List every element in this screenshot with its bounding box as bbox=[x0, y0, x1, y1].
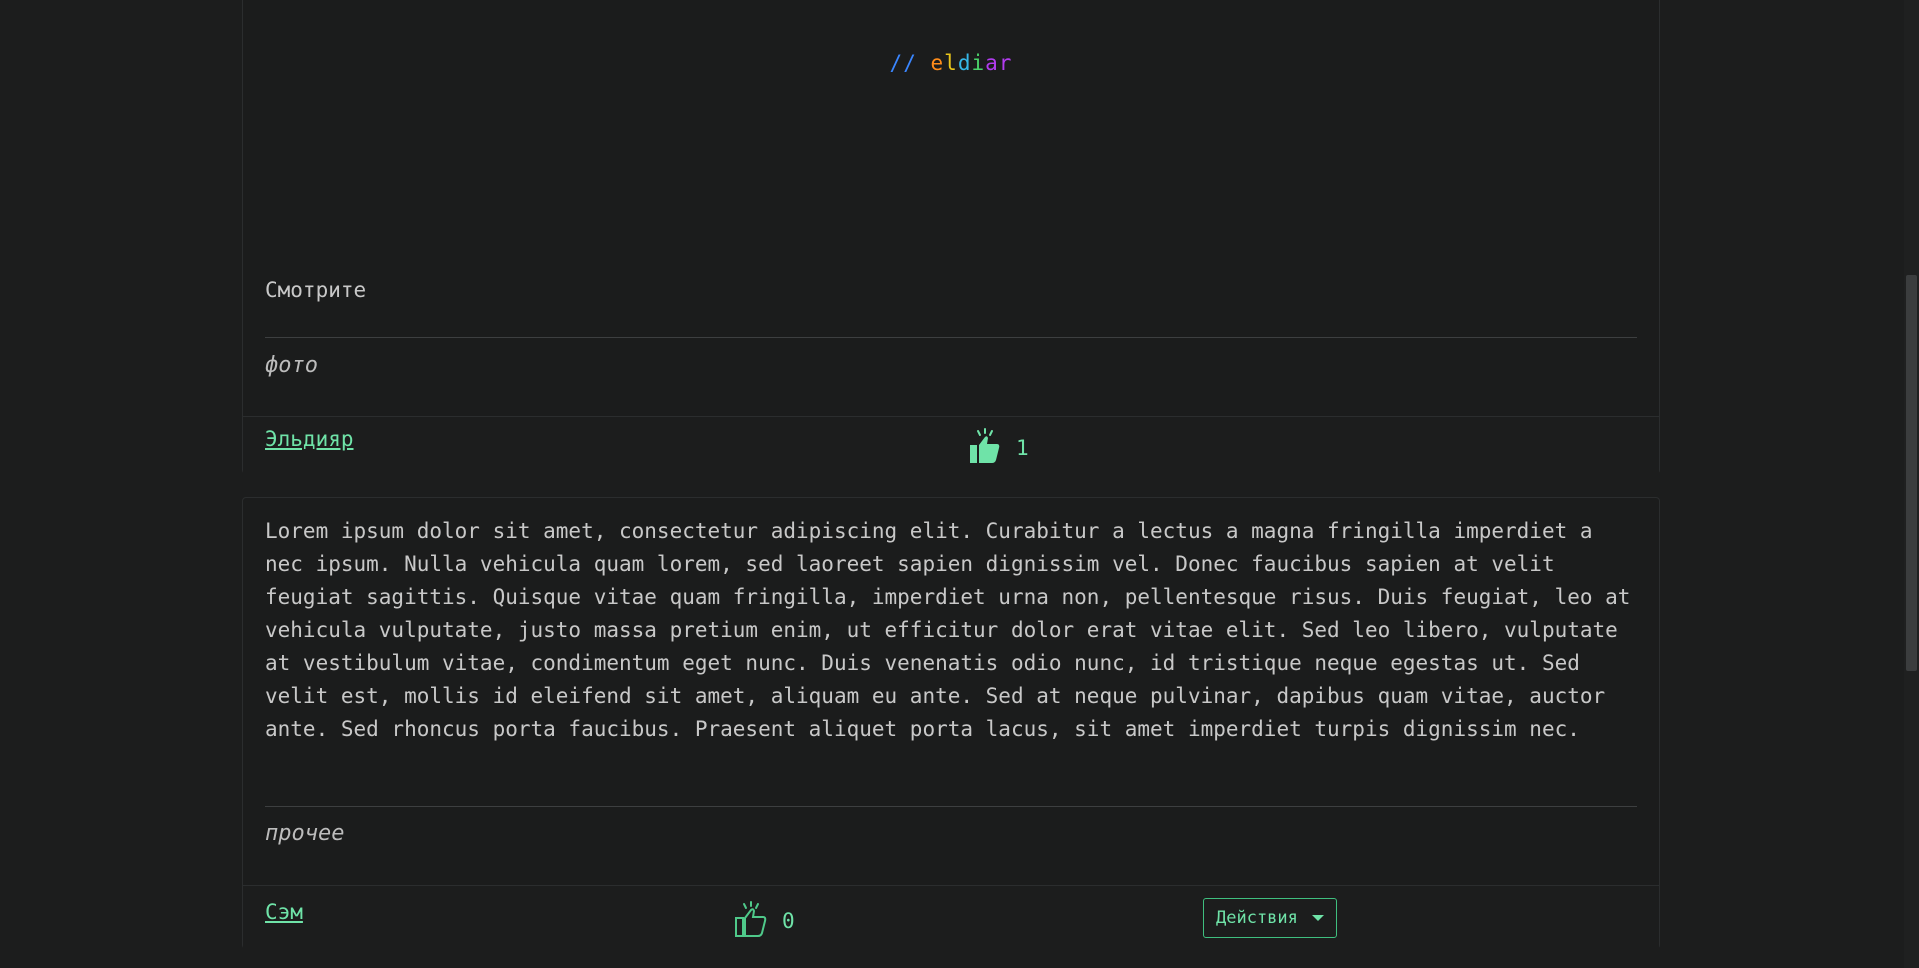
divider bbox=[265, 806, 1637, 807]
scrollbar-thumb[interactable] bbox=[1906, 275, 1917, 671]
divider bbox=[265, 337, 1637, 338]
like-count: 0 bbox=[782, 909, 795, 933]
post-card: // eldiar Смотрите фото Эльдияр 1 bbox=[242, 0, 1660, 475]
logo-letter: d bbox=[957, 51, 972, 75]
like-button[interactable]: 0 bbox=[734, 900, 795, 942]
logo-letter: l bbox=[944, 51, 958, 75]
thumbs-up-icon bbox=[968, 427, 1002, 469]
thumbs-up-outline-icon bbox=[734, 900, 768, 942]
author-link[interactable]: Сэм bbox=[265, 900, 303, 924]
post-category: фото bbox=[265, 353, 318, 378]
post-text: Смотрите bbox=[265, 278, 367, 302]
like-count: 1 bbox=[1016, 436, 1029, 460]
post-text: Lorem ipsum dolor sit amet, consectetur … bbox=[265, 519, 1644, 741]
post-card: Lorem ipsum dolor sit amet, consectetur … bbox=[242, 497, 1660, 950]
actions-dropdown-button[interactable]: Действия bbox=[1203, 898, 1337, 938]
caret-down-icon bbox=[1311, 915, 1324, 921]
post-footer: Эльдияр 1 bbox=[243, 416, 1659, 475]
logo-letter: r bbox=[998, 51, 1013, 75]
scrollbar[interactable] bbox=[1904, 0, 1919, 968]
actions-label: Действия bbox=[1216, 908, 1298, 928]
author-link[interactable]: Эльдияр bbox=[265, 427, 354, 451]
page: // eldiar Смотрите фото Эльдияр 1 Lorem … bbox=[0, 0, 1919, 968]
logo-letter: e bbox=[930, 51, 945, 75]
logo-slashes: // bbox=[889, 51, 917, 75]
logo-letter: i bbox=[971, 51, 986, 75]
like-button[interactable]: 1 bbox=[968, 427, 1029, 469]
post-footer: Сэм 0 Действия bbox=[243, 885, 1659, 950]
logo-letter: a bbox=[985, 51, 999, 75]
eldiar-logo: // eldiar bbox=[243, 51, 1659, 75]
post-category: прочее bbox=[265, 821, 345, 846]
post-image: // eldiar bbox=[243, 0, 1659, 260]
